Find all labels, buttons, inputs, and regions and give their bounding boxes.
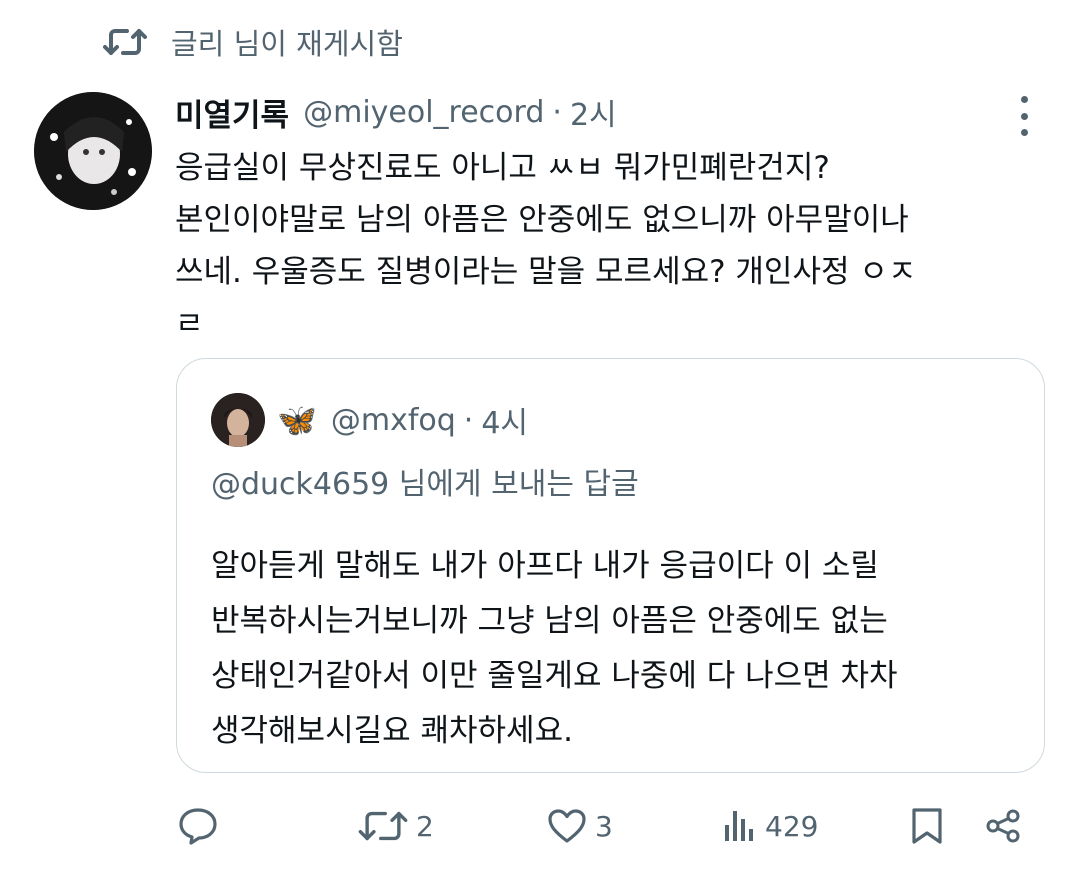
author-name[interactable]: 미열기록 [175,90,289,135]
quoted-tweet[interactable]: 🦋 @mxfoq · 4시 @duck4659 님에게 보내는 답글 알아듣게 … [176,358,1045,773]
bookmark-button[interactable] [911,800,943,852]
retweet-header[interactable]: 글리 님이 재게시함 [103,18,403,66]
quoted-tweet-header: 🦋 @mxfoq · 4시 [277,397,528,443]
quoted-text-line: 알아듣게 말해도 내가 아프다 내가 응급이다 이 소릴 [211,548,879,584]
separator-dot: · [463,402,474,438]
share-button[interactable] [985,800,1021,852]
quoted-author-handle[interactable]: @mxfoq [331,403,456,438]
quoted-tweet-text: 알아듣게 말해도 내가 아프다 내가 응급이다 이 소릴 반복하시는거보니까 그… [211,539,1031,759]
butterfly-emoji: 🦋 [277,401,317,439]
tweet-text-line: 본인이야말로 남의 아픔은 안중에도 없으니까 아무말이나 [175,202,909,238]
tweet-text-line: 응급실이 무상진료도 아니고 ㅆㅂ 뭐가민폐란건지? [175,150,830,186]
retweet-icon [103,26,149,58]
heart-icon [547,808,587,844]
share-icon [985,808,1021,844]
tweet-text: 응급실이 무상진료도 아니고 ㅆㅂ 뭐가민폐란건지? 본인이야말로 남의 아픔은… [175,142,1025,350]
bookmark-icon [911,807,943,845]
reply-button[interactable] [177,800,219,852]
action-bar: 2 3 429 [175,800,1035,852]
reply-to-label: @duck4659 님에게 보내는 답글 [211,467,639,502]
quoted-text-line: 상태인거같아서 이만 줄일게요 나중에 다 나으면 차차 [211,658,898,694]
retweet-icon [358,809,408,843]
quoted-text-line: 반복하시는거보니까 그냥 남의 아픔은 안중에도 없는 [211,603,888,639]
tweet-view: 글리 님이 재게시함 미열기록 @miyeol_record · 2시 응급실이… [0,0,1080,893]
more-options-icon[interactable] [1012,96,1036,136]
retweet-label: 글리 님이 재게시함 [171,27,403,61]
quoted-text-line: 생각해보시길요 쾌차하세요. [211,713,573,749]
reply-icon [177,806,219,846]
separator-dot: · [552,94,562,130]
like-count: 3 [595,809,613,843]
views-button[interactable]: 429 [723,800,818,852]
tweet-header: 미열기록 @miyeol_record · 2시 [175,88,617,136]
quoted-tweet-time[interactable]: 4시 [481,398,528,442]
retweet-button[interactable]: 2 [358,800,434,852]
views-icon [723,809,757,843]
author-avatar[interactable] [34,92,152,210]
retweet-count: 2 [416,809,434,843]
quoted-author-avatar[interactable] [211,393,265,447]
tweet-text-line: ㄹ [175,306,204,342]
tweet-time[interactable]: 2시 [570,90,617,134]
author-handle[interactable]: @miyeol_record [303,95,544,130]
tweet-text-line: 쓰네. 우울증도 질병이라는 말을 모르세요? 개인사정 ㅇㅈ [175,254,917,290]
like-button[interactable]: 3 [547,800,613,852]
views-count: 429 [765,809,819,843]
